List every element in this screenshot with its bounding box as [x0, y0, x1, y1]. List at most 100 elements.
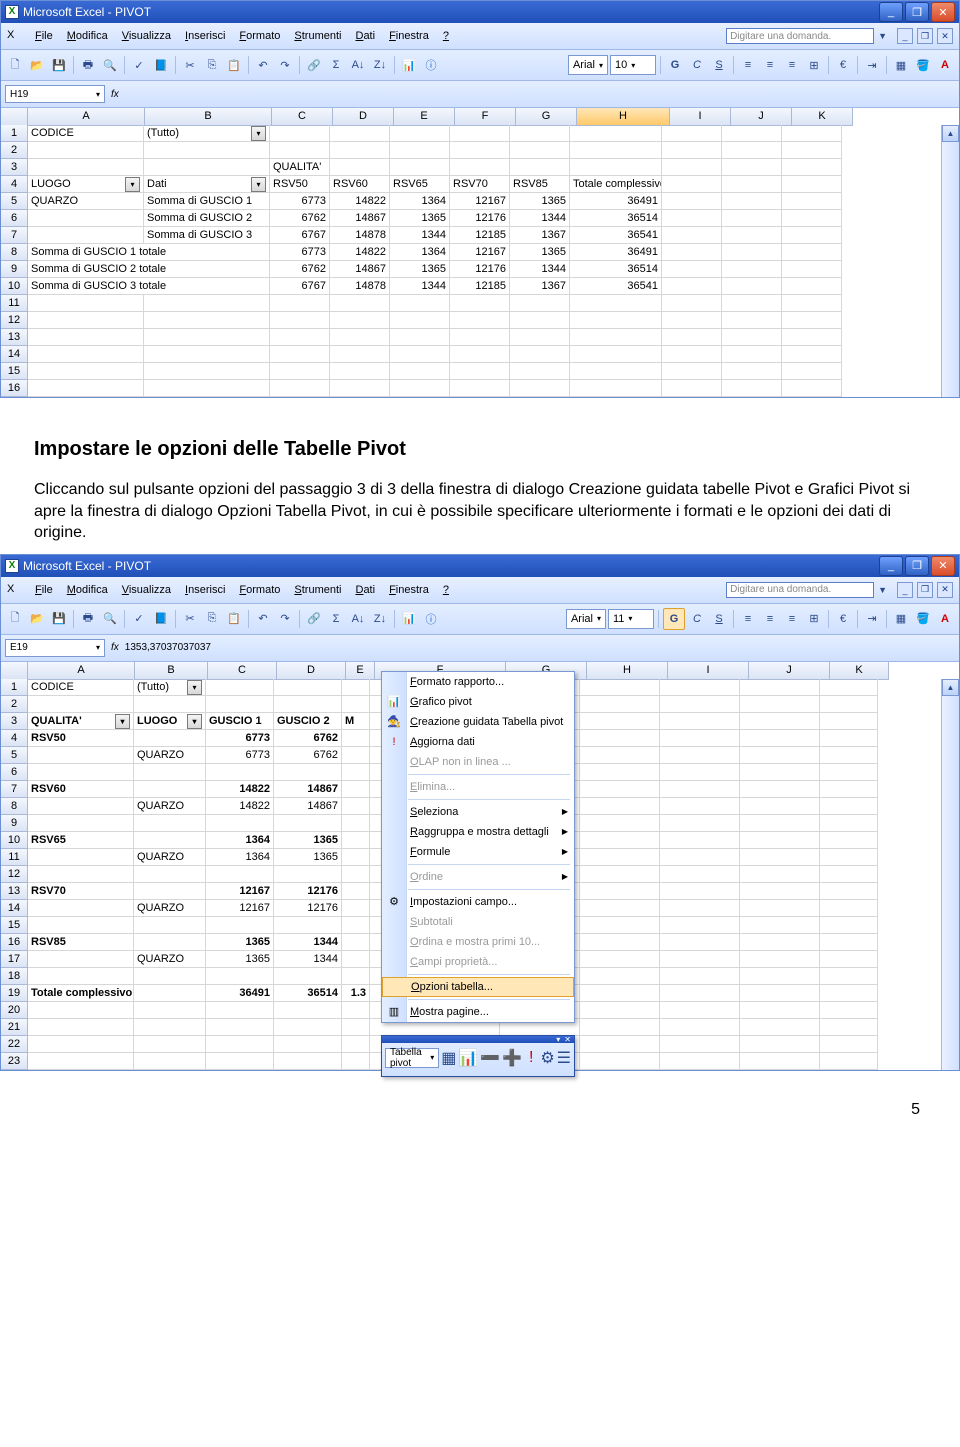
cell[interactable]	[580, 696, 660, 713]
menu-item[interactable]: !Aggiorna dati	[382, 732, 574, 752]
cell[interactable]	[722, 363, 782, 380]
cell[interactable]	[820, 781, 878, 798]
font-name-box[interactable]: Arial▾	[568, 55, 608, 75]
cell[interactable]	[330, 329, 390, 346]
cell[interactable]	[740, 1036, 820, 1053]
cell[interactable]	[390, 142, 450, 159]
cell[interactable]: Totale complessivo	[570, 176, 662, 193]
menu-item[interactable]: Seleziona▶	[382, 802, 574, 822]
sort-desc-icon[interactable]: Z↓	[370, 609, 390, 629]
cell[interactable]	[390, 380, 450, 397]
row-header[interactable]: 4	[1, 176, 28, 193]
cell[interactable]	[450, 159, 510, 176]
menu-item-visualizza[interactable]: Visualizza	[122, 30, 171, 42]
cell[interactable]	[144, 380, 270, 397]
cell[interactable]	[342, 798, 370, 815]
column-header-D[interactable]: D	[333, 108, 394, 126]
cell[interactable]: 36514	[274, 985, 342, 1002]
cell[interactable]	[390, 125, 450, 142]
cell[interactable]	[510, 363, 570, 380]
cell[interactable]	[740, 679, 820, 696]
cell[interactable]	[580, 1053, 660, 1070]
cell[interactable]: (Tutto)▾	[144, 125, 270, 142]
align-left-icon[interactable]: ≡	[738, 55, 758, 75]
menu-item[interactable]: Opzioni tabella...	[382, 977, 574, 997]
filter-dropdown-icon[interactable]: ▾	[187, 714, 202, 729]
cell[interactable]	[820, 1036, 878, 1053]
cell[interactable]	[820, 747, 878, 764]
cell[interactable]	[510, 142, 570, 159]
cell[interactable]	[342, 883, 370, 900]
cell[interactable]	[144, 363, 270, 380]
row-header[interactable]: 14	[1, 346, 28, 363]
cell[interactable]	[206, 968, 274, 985]
cell[interactable]: 14878	[330, 278, 390, 295]
cell[interactable]: 12167	[450, 193, 510, 210]
row-header[interactable]: 23	[1, 1053, 28, 1070]
cell[interactable]: 1365	[390, 261, 450, 278]
row-header[interactable]: 5	[1, 747, 28, 764]
menu-item-inserisci[interactable]: Inserisci	[185, 584, 225, 596]
cell[interactable]	[342, 1053, 370, 1070]
cell[interactable]: 1.3	[342, 985, 370, 1002]
cell[interactable]: 1344	[390, 227, 450, 244]
cell[interactable]	[342, 951, 370, 968]
cell[interactable]	[782, 329, 842, 346]
cell[interactable]	[740, 747, 820, 764]
filter-dropdown-icon[interactable]: ▾	[251, 126, 266, 141]
cell[interactable]: GUSCIO 1	[206, 713, 274, 730]
cut-icon[interactable]: ✂	[180, 609, 200, 629]
column-header-G[interactable]: G	[516, 108, 577, 126]
cell[interactable]	[390, 295, 450, 312]
cell[interactable]	[660, 1053, 740, 1070]
cell[interactable]: 1344	[510, 210, 570, 227]
cell[interactable]	[820, 764, 878, 781]
cell[interactable]	[580, 747, 660, 764]
cell[interactable]	[274, 696, 342, 713]
sort-desc-icon[interactable]: Z↓	[370, 55, 390, 75]
cell[interactable]	[740, 917, 820, 934]
cell[interactable]	[134, 1036, 206, 1053]
link-icon[interactable]: 🔗	[304, 609, 324, 629]
cell[interactable]	[660, 985, 740, 1002]
cell[interactable]	[206, 1053, 274, 1070]
cell[interactable]	[820, 696, 878, 713]
cell[interactable]: 14878	[330, 227, 390, 244]
cell[interactable]: RSV70	[450, 176, 510, 193]
cell[interactable]	[570, 312, 662, 329]
cell[interactable]	[660, 781, 740, 798]
row-header[interactable]: 22	[1, 1036, 28, 1053]
save-icon[interactable]: 💾	[49, 55, 69, 75]
cell[interactable]: 12185	[450, 278, 510, 295]
cell[interactable]	[580, 1002, 660, 1019]
cell[interactable]	[206, 866, 274, 883]
cell[interactable]	[134, 866, 206, 883]
cell[interactable]	[820, 866, 878, 883]
cell[interactable]	[782, 210, 842, 227]
row-header[interactable]: 8	[1, 798, 28, 815]
cell[interactable]	[510, 295, 570, 312]
cell[interactable]: 6773	[206, 730, 274, 747]
cell[interactable]	[782, 312, 842, 329]
cell[interactable]	[134, 730, 206, 747]
cell[interactable]	[660, 798, 740, 815]
cell[interactable]: RSV50	[270, 176, 330, 193]
cell[interactable]: 1367	[510, 227, 570, 244]
cell[interactable]	[660, 679, 740, 696]
cell[interactable]	[662, 261, 722, 278]
cell[interactable]	[330, 380, 390, 397]
cell[interactable]: Somma di GUSCIO 1 totale	[28, 244, 270, 261]
row-header[interactable]: 8	[1, 244, 28, 261]
cell[interactable]: Somma di GUSCIO 2 totale	[28, 261, 270, 278]
cell[interactable]: Somma di GUSCIO 3	[144, 227, 270, 244]
menu-item-strumenti[interactable]: Strumenti	[294, 584, 341, 596]
menu-item-?[interactable]: ?	[443, 584, 449, 596]
cell[interactable]: 36514	[570, 261, 662, 278]
cell[interactable]: 1367	[510, 278, 570, 295]
cell[interactable]: 6767	[270, 278, 330, 295]
cell[interactable]	[570, 159, 662, 176]
cell[interactable]	[28, 900, 134, 917]
toolbar-close-icon[interactable]: ✕	[564, 1035, 571, 1044]
cell[interactable]: 36491	[206, 985, 274, 1002]
cell[interactable]	[782, 261, 842, 278]
